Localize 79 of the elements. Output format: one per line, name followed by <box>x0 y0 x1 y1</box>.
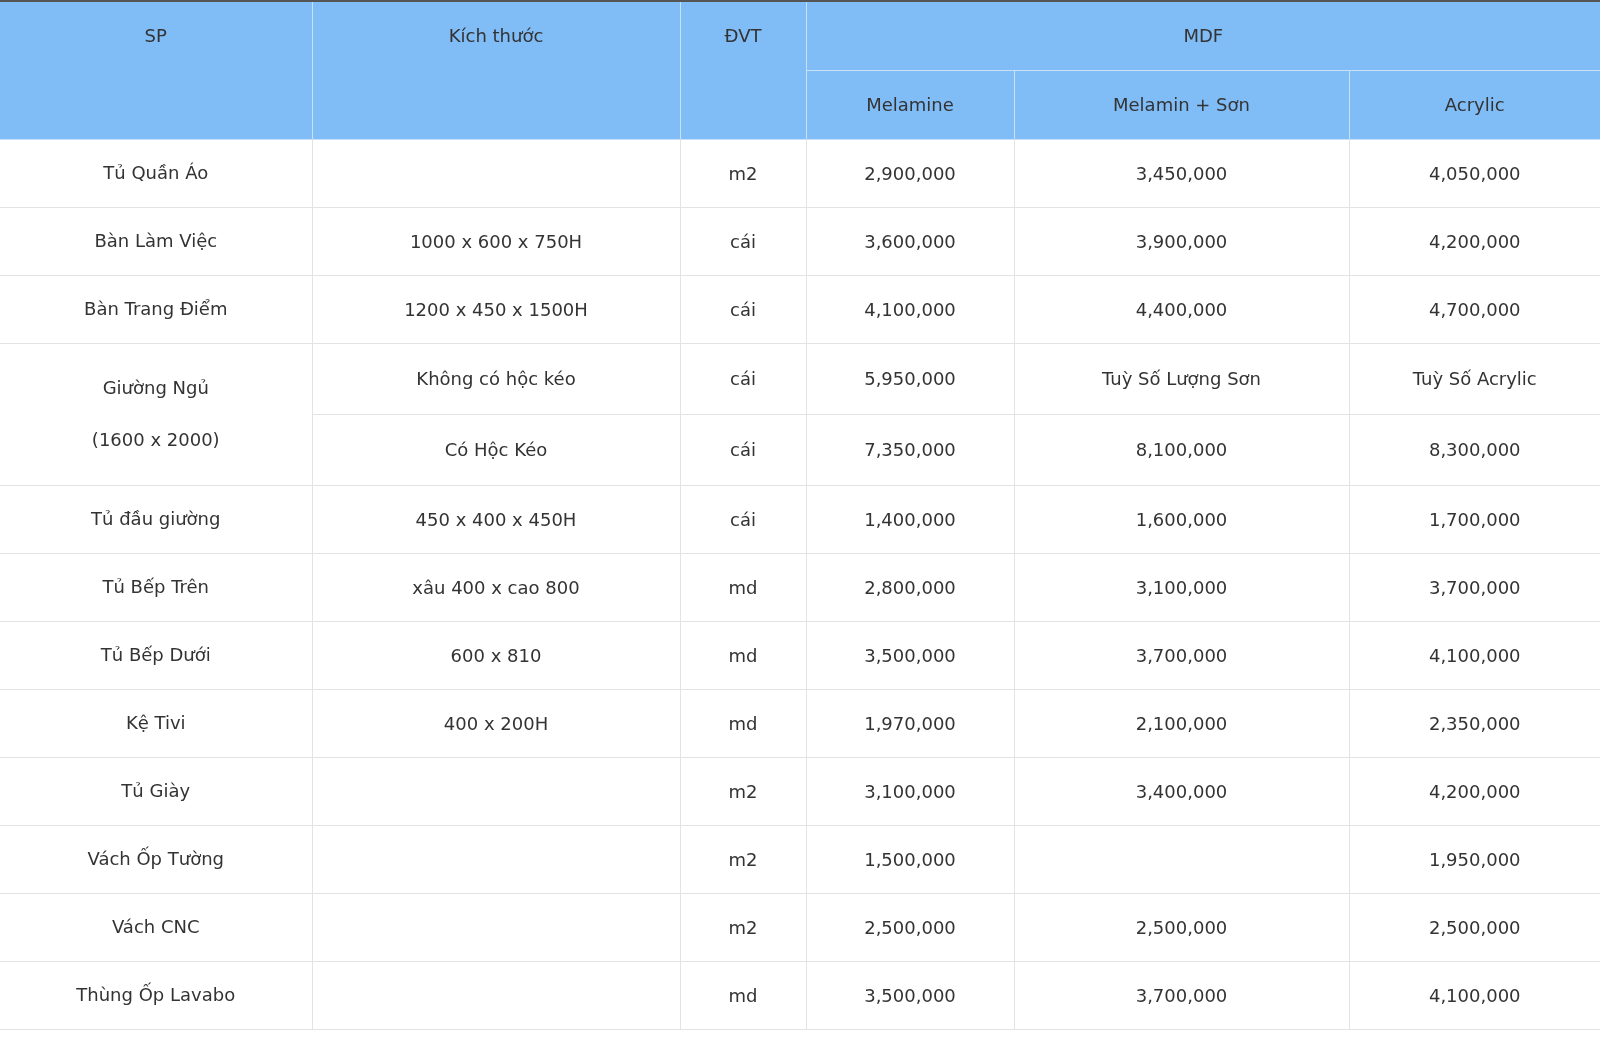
column-header: ĐVT <box>680 1 806 139</box>
table-cell: 3,450,000 <box>1135 162 1228 184</box>
table-cell: 4,400,000 <box>1135 298 1228 320</box>
table-cell: 8,300,000 <box>1428 439 1521 460</box>
column-header: MDF <box>806 1 1600 70</box>
column-header: Kích thước <box>312 1 680 139</box>
table-cell: 3,100,000 <box>1135 576 1228 598</box>
table-cell: Tuỳ Số Acrylic <box>1412 368 1537 389</box>
table-cell: 4,050,000 <box>1428 162 1521 184</box>
table-cell: 2,800,000 <box>864 576 956 598</box>
table-cell: 3,500,000 <box>864 984 956 1006</box>
product-name: Kệ Tivi <box>124 712 187 734</box>
table-cell: m2 <box>728 162 758 184</box>
product-name: Bàn Trang Điểm <box>83 298 229 320</box>
table-cell: cái <box>730 508 756 530</box>
column-header: Melamine <box>806 70 1014 139</box>
table-cell: 1,950,000 <box>1428 848 1521 870</box>
table-cell: 600 x 810 <box>450 644 542 666</box>
table-cell: 2,350,000 <box>1428 712 1521 734</box>
table-cell: 7,350,000 <box>864 439 956 460</box>
table-cell: m2 <box>728 916 758 938</box>
table-cell: cái <box>730 439 756 460</box>
table-cell: 3,400,000 <box>1135 780 1228 802</box>
table-cell: cái <box>730 230 756 252</box>
table-cell: m2 <box>728 848 758 870</box>
table-cell: 1200 x 450 x 1500H <box>404 298 588 320</box>
product-name: Tủ Bếp Dưới <box>99 644 212 666</box>
column-header: Melamin + Sơn <box>1014 70 1349 139</box>
table-cell: 2,100,000 <box>1135 712 1228 734</box>
product-name: Giường Ngủ <box>101 377 210 399</box>
column-header: SP <box>0 1 312 139</box>
product-name: (1600 x 2000) <box>90 429 221 451</box>
table-cell: 3,500,000 <box>864 644 956 666</box>
table-cell: md <box>728 712 758 734</box>
table-cell: m2 <box>728 780 758 802</box>
table-cell: 3,700,000 <box>1135 644 1228 666</box>
table-cell: 4,200,000 <box>1428 780 1521 802</box>
table-cell: 4,100,000 <box>1428 644 1521 666</box>
table-cell: 3,600,000 <box>864 230 956 252</box>
table-cell: 3,700,000 <box>1135 984 1228 1006</box>
table-cell: 2,900,000 <box>864 162 956 184</box>
table-cell: xâu 400 x cao 800 <box>412 576 580 598</box>
table-cell: 4,100,000 <box>1428 984 1521 1006</box>
table-cell: 2,500,000 <box>864 916 956 938</box>
table-cell: 1,600,000 <box>1135 508 1228 530</box>
table-cell: 5,950,000 <box>864 368 956 389</box>
table-cell: 2,500,000 <box>1135 916 1228 938</box>
product-name: Bàn Làm Việc <box>93 230 219 252</box>
table-cell: 4,100,000 <box>864 298 956 320</box>
product-name: Tủ đầu giường <box>90 508 222 530</box>
table-cell: Không có hộc kéo <box>416 368 576 389</box>
table-cell: 8,100,000 <box>1135 439 1228 460</box>
table-cell: 1,970,000 <box>864 712 956 734</box>
table-cell: cái <box>730 298 756 320</box>
table-cell: 4,200,000 <box>1428 230 1521 252</box>
product-name: Tủ Giày <box>120 780 192 802</box>
table-cell: md <box>728 644 758 666</box>
table-cell: cái <box>730 368 756 389</box>
table-cell: 3,900,000 <box>1135 230 1228 252</box>
table-cell: 1,700,000 <box>1428 508 1521 530</box>
product-name: Tủ Bếp Trên <box>101 576 210 598</box>
table-cell: 450 x 400 x 450H <box>415 508 577 530</box>
product-name: Vách CNC <box>110 916 201 938</box>
table-cell: 1,500,000 <box>864 848 956 870</box>
product-name: Tủ Quần Áo <box>102 162 210 184</box>
table-cell: 1000 x 600 x 750H <box>409 230 583 252</box>
table-cell: Có Hộc Kéo <box>444 439 548 460</box>
table-cell: 2,500,000 <box>1428 916 1521 938</box>
column-header: Acrylic <box>1349 70 1600 139</box>
table-cell: 3,700,000 <box>1428 576 1521 598</box>
table-cell: 400 x 200H <box>443 712 549 734</box>
product-name: Thùng Ốp Lavabo <box>75 984 237 1006</box>
table-cell: 3,100,000 <box>864 780 956 802</box>
table-cell: md <box>728 576 758 598</box>
table-cell: Tuỳ Số Lượng Sơn <box>1101 368 1262 389</box>
table-cell: 4,700,000 <box>1428 298 1521 320</box>
product-name: Vách Ốp Tường <box>86 848 225 870</box>
table-cell: md <box>728 984 758 1006</box>
table-cell: 1,400,000 <box>864 508 956 530</box>
